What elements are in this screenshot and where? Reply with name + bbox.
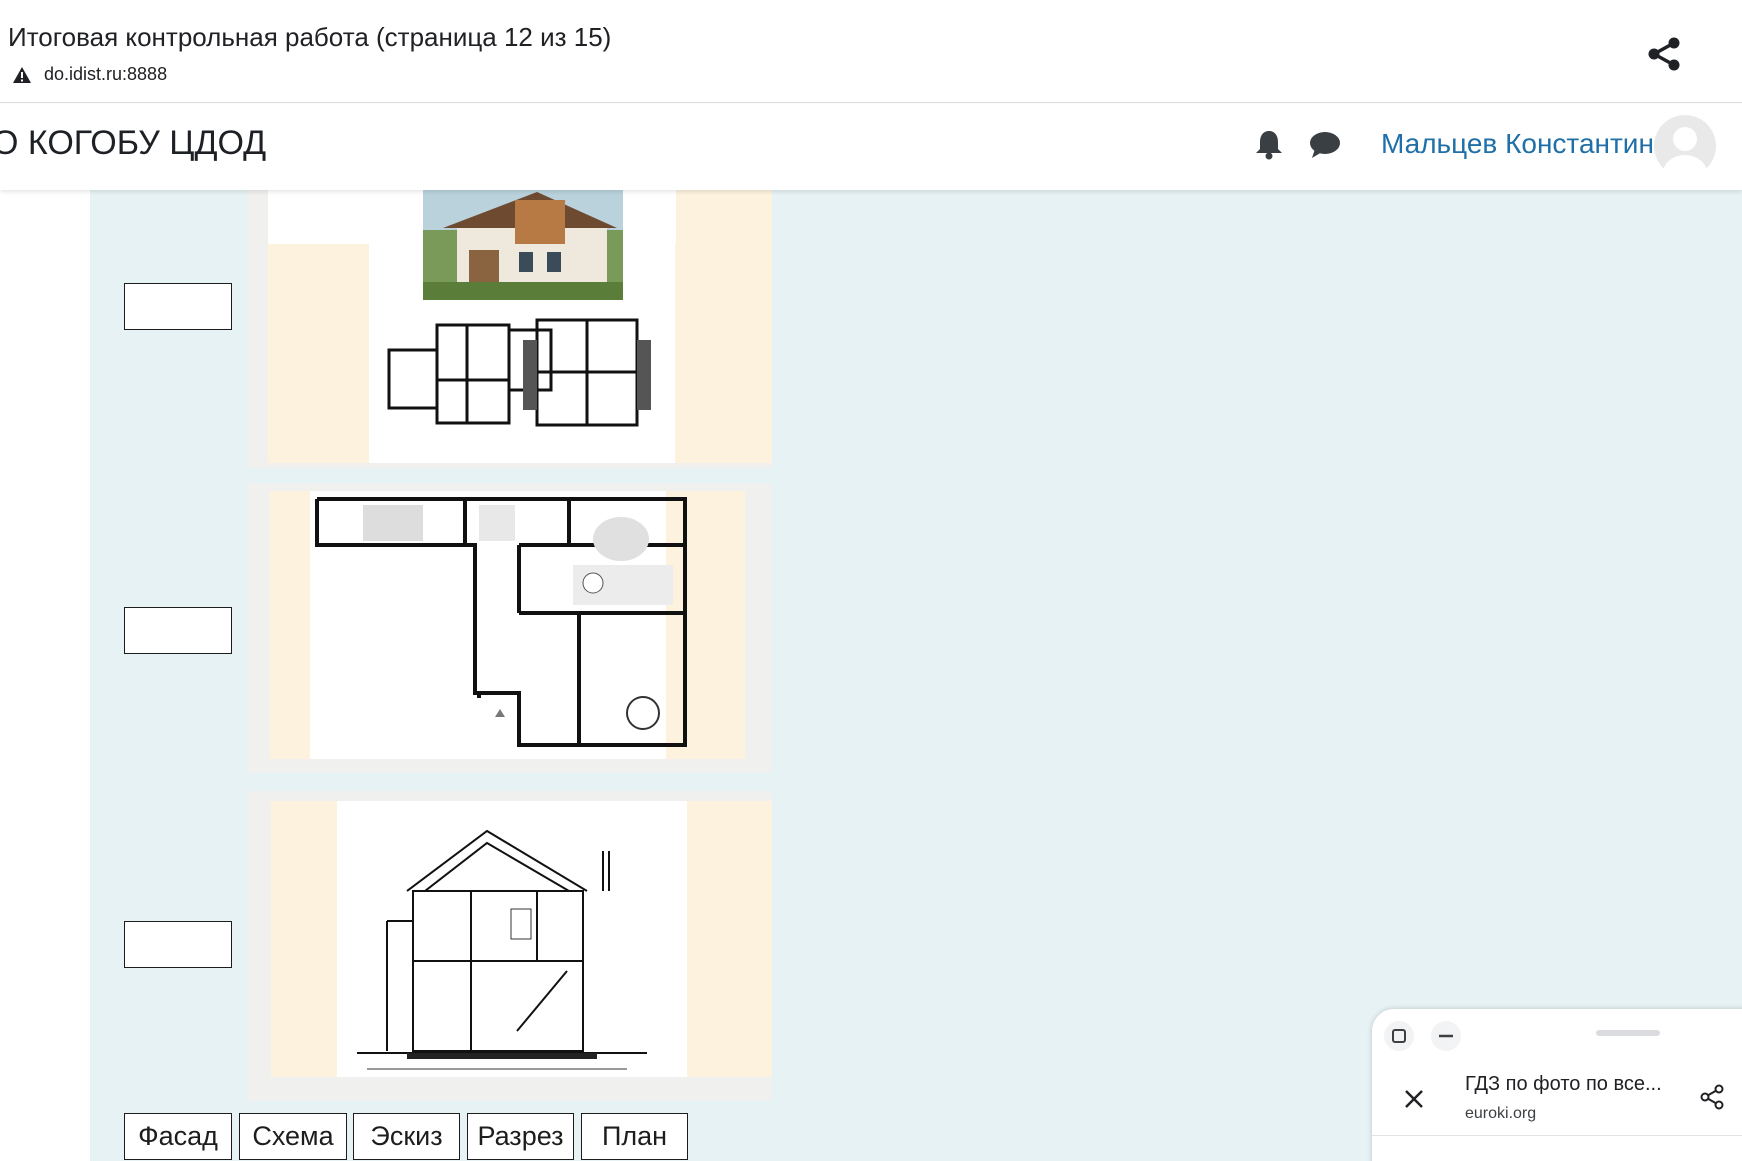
user-name-link[interactable]: Мальцев Константин xyxy=(1381,128,1654,160)
share-icon[interactable] xyxy=(1697,1082,1727,1112)
site-name[interactable]: О КОГОБУ ЦДОД xyxy=(0,124,266,163)
choice-plan[interactable]: План xyxy=(581,1113,688,1160)
choice-facade[interactable]: Фасад xyxy=(124,1113,232,1160)
warning-icon xyxy=(13,66,31,83)
choice-section[interactable]: Разрез xyxy=(467,1113,574,1160)
minimize-icon[interactable] xyxy=(1431,1021,1461,1051)
close-icon[interactable] xyxy=(1402,1087,1426,1111)
section-drawing xyxy=(357,829,647,1070)
image-house-section xyxy=(247,791,772,1101)
image-house-plans xyxy=(247,190,772,468)
avatar[interactable] xyxy=(1654,115,1716,177)
drop-zone-1[interactable] xyxy=(124,283,232,330)
share-icon[interactable] xyxy=(1644,34,1684,74)
floating-mini-window: ГДЗ по фото по все... euroki.org xyxy=(1372,1009,1742,1161)
image-apartment-plan xyxy=(247,483,772,773)
url-text: do.idist.ru:8888 xyxy=(44,64,168,84)
screen: Итоговая контрольная работа (страница 12… xyxy=(0,0,1742,1161)
mini-window-title[interactable]: ГДЗ по фото по все... xyxy=(1465,1073,1662,1096)
drop-zone-2[interactable] xyxy=(124,607,232,654)
apartment-plan-drawing xyxy=(315,497,687,747)
mini-window-divider xyxy=(1372,1135,1742,1136)
chat-icon[interactable] xyxy=(1309,131,1341,159)
bell-icon[interactable] xyxy=(1254,128,1284,160)
drop-zone-3[interactable] xyxy=(124,921,232,968)
drag-handle[interactable] xyxy=(1596,1030,1660,1036)
choice-sketch[interactable]: Эскиз xyxy=(353,1113,460,1160)
browser-toolbar: Итоговая контрольная работа (страница 12… xyxy=(0,0,1742,103)
browser-page-title: Итоговая контрольная работа (страница 12… xyxy=(8,22,612,52)
site-header: О КОГОБУ ЦДОД Мальцев Константин xyxy=(0,104,1742,190)
mini-window-url: euroki.org xyxy=(1465,1105,1537,1122)
url-bar[interactable]: do.idist.ru:8888 xyxy=(12,64,167,85)
house-illustration xyxy=(387,190,651,427)
maximize-icon[interactable] xyxy=(1384,1021,1414,1051)
choice-scheme[interactable]: Схема xyxy=(239,1113,347,1160)
avatar-placeholder-icon xyxy=(1663,127,1707,177)
